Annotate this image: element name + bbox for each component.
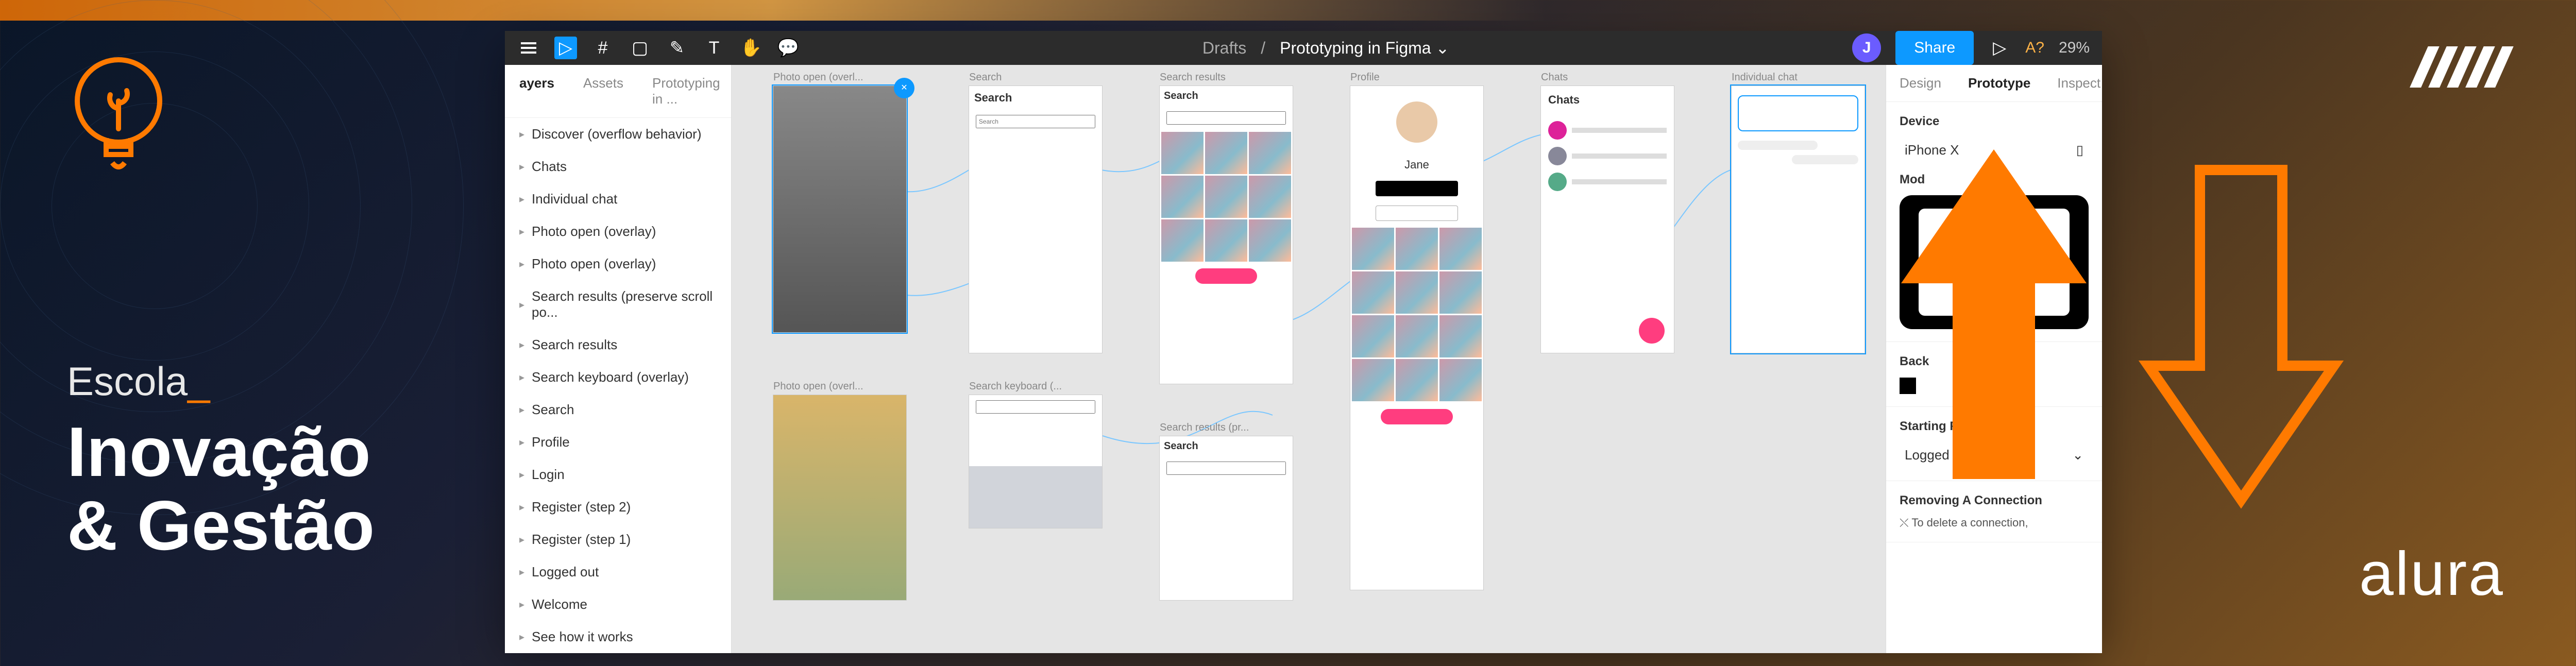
frame-title: Profile [1350, 72, 1380, 83]
list-item[interactable]: ▸Logged out [505, 556, 731, 588]
list-item[interactable]: ▸Photo open (overlay) [505, 248, 731, 280]
list-item[interactable]: ▸See how it works [505, 621, 731, 653]
comment-tool-icon[interactable]: 💬 [777, 37, 800, 59]
frame-search[interactable]: Search Search [969, 86, 1103, 353]
canvas[interactable]: Photo open (overl... ✕ Photo open (overl… [732, 65, 1886, 653]
shape-tool-icon[interactable]: ▢ [629, 37, 651, 59]
frame-title: Search [969, 72, 1002, 83]
results-search-input[interactable] [1166, 111, 1286, 125]
present-icon[interactable]: ▷ [1988, 37, 2011, 59]
frame-title: Photo open (overl... [773, 72, 863, 83]
list-item[interactable]: ▸Register (step 1) [505, 523, 731, 556]
frame-title: Search keyboard (... [969, 381, 1062, 392]
list-item[interactable]: ▸Search keyboard (overlay) [505, 361, 731, 394]
tab-inspect[interactable]: Inspect [2044, 65, 2114, 101]
chat-bubble-selected[interactable] [1738, 95, 1858, 131]
share-button[interactable]: Share [1895, 31, 1974, 65]
list-item[interactable]: ▸Search [505, 394, 731, 426]
profile-avatar [1396, 101, 1437, 143]
frame-individual-chat[interactable]: Individual chat [1731, 86, 1865, 353]
alura-logo: alura [2359, 538, 2504, 609]
layer-list: ▸Discover (overflow behavior) ▸Chats ▸In… [505, 118, 731, 653]
frame-photo-open-2[interactable]: Photo open (overl... [773, 395, 907, 601]
breadcrumb-separator: / [1261, 39, 1265, 58]
chats-heading: Chats [1541, 86, 1674, 114]
frame-title: Chats [1541, 72, 1568, 83]
frame-title: Search results (pr... [1160, 422, 1249, 434]
frame-photo-open-1[interactable]: Photo open (overl... ✕ [773, 86, 907, 333]
arrow-up-icon [1880, 129, 2107, 520]
list-item[interactable]: ▸Search results (preserve scroll po... [505, 280, 731, 329]
message-button[interactable] [1376, 206, 1458, 221]
results-grid [1160, 130, 1293, 263]
profile-see-more[interactable] [1381, 409, 1453, 424]
school-branding: Escola_ Inovação & Gestão [67, 52, 375, 562]
frame-title: Photo open (overl... [773, 381, 863, 392]
tab-prototype[interactable]: Prototype [1955, 65, 2044, 101]
top-gradient-bar [0, 0, 2576, 21]
profile-grid [1350, 226, 1483, 403]
text-tool-icon[interactable]: T [703, 37, 725, 59]
frame-profile[interactable]: Profile Jane [1350, 86, 1484, 590]
escola-text: Escola [67, 358, 188, 404]
frame-chats[interactable]: Chats Chats [1540, 86, 1674, 353]
tab-assets[interactable]: Assets [569, 65, 638, 117]
tab-layers[interactable]: ayers [505, 65, 569, 117]
list-item[interactable]: ▸Welcome [505, 588, 731, 621]
follow-button[interactable] [1376, 181, 1458, 196]
layers-panel: ayers Assets Prototyping in ... ▸Discove… [505, 65, 732, 653]
device-label: Device [1900, 114, 2089, 129]
results-heading-2: Search [1160, 436, 1293, 456]
frame-search-keyboard[interactable]: Search keyboard (... [969, 395, 1103, 528]
list-item[interactable]: ▸Discover (overflow behavior) [505, 118, 731, 150]
hatch-decoration [2419, 46, 2504, 88]
new-chat-fab[interactable] [1639, 318, 1665, 344]
school-name-line1: Inovação [67, 415, 375, 489]
profile-name: Jane [1350, 158, 1483, 172]
list-item[interactable]: ▸Photo open (overlay) [505, 215, 731, 248]
tab-design[interactable]: Design [1886, 65, 1955, 101]
see-more-button[interactable] [1195, 268, 1257, 284]
list-item[interactable]: ▸Individual chat [505, 183, 731, 215]
pen-tool-icon[interactable]: ✎ [666, 37, 688, 59]
search-input-kb[interactable] [976, 400, 1095, 414]
keyboard-mock[interactable] [969, 466, 1102, 528]
arrow-down-icon [2128, 129, 2354, 520]
zoom-level[interactable]: 29% [2059, 39, 2090, 57]
results-heading: Search [1160, 86, 1293, 106]
results-search-input-2[interactable] [1166, 462, 1286, 475]
frame-title: Search results [1160, 72, 1226, 83]
list-item[interactable]: ▸Login [505, 458, 731, 491]
figma-menu-icon[interactable] [517, 37, 540, 59]
chat-bubble [1792, 155, 1858, 164]
list-item[interactable]: ▸Search results [505, 329, 731, 361]
figma-app: ▷ # ▢ ✎ T ✋ 💬 Drafts / Prototyping in Fi… [505, 31, 2102, 639]
school-name-line2: & Gestão [67, 489, 375, 562]
frame-tool-icon[interactable]: # [591, 37, 614, 59]
breadcrumb-drafts[interactable]: Drafts [1202, 39, 1246, 58]
figma-toolbar: ▷ # ▢ ✎ T ✋ 💬 Drafts / Prototyping in Fi… [505, 31, 2102, 65]
list-item[interactable]: ▸Register (step 2) [505, 491, 731, 523]
user-avatar[interactable]: J [1852, 33, 1881, 62]
cursor-underscore: _ [188, 358, 210, 404]
list-item[interactable]: ▸Profile [505, 426, 731, 458]
trend-arrows [1880, 129, 2354, 520]
search-heading: Search [969, 86, 1102, 110]
chat-bubble [1738, 141, 1818, 150]
move-tool-icon[interactable]: ▷ [554, 37, 577, 59]
frame-search-results-preserve[interactable]: Search results (pr... Search [1159, 436, 1293, 601]
hand-tool-icon[interactable]: ✋ [740, 37, 762, 59]
school-name: Inovação & Gestão [67, 415, 375, 562]
frame-title: Individual chat [1732, 72, 1798, 83]
lightbulb-plant-icon [67, 52, 375, 193]
frame-search-results[interactable]: Search results Search [1159, 86, 1293, 384]
chevron-down-icon[interactable]: ⌄ [1435, 39, 1449, 57]
file-title[interactable]: Prototyping in Figma ⌄ [1280, 38, 1449, 58]
tab-page[interactable]: Prototyping in ... [638, 65, 735, 117]
close-overlay-icon[interactable]: ✕ [894, 78, 914, 98]
school-label: Escola_ [67, 358, 375, 405]
search-input[interactable] [976, 115, 1095, 128]
list-item[interactable]: ▸Chats [505, 150, 731, 183]
missing-fonts-badge[interactable]: A? [2025, 39, 2044, 57]
